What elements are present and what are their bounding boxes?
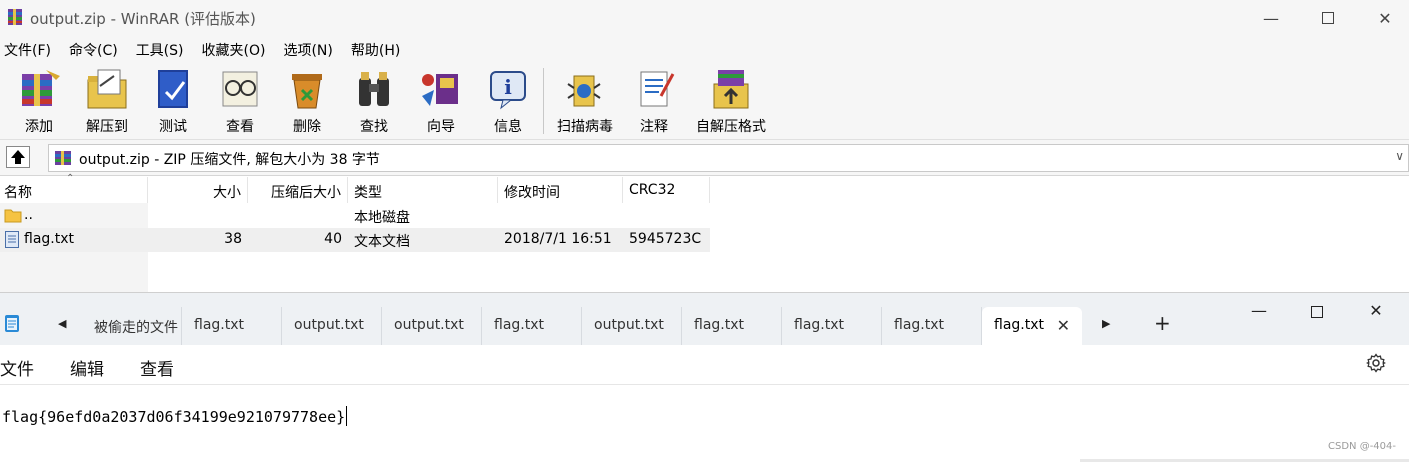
column-header-name[interactable]: 名称 ⌃ [0,173,148,203]
column-header-modified[interactable]: 修改时间 [498,177,623,203]
svg-text:i: i [504,75,512,99]
notepad-window: ◀ 被偷走的文件 flag.txt output.txt output.txt … [0,292,1409,462]
info-button[interactable]: i 信息 [478,66,538,136]
delete-button[interactable]: 删除 [278,66,336,136]
find-button[interactable]: 查找 [344,66,404,136]
notepad-menu-bar: 文件 编辑 查看 [0,345,1409,385]
wizard-button[interactable]: 向导 [410,66,472,136]
scroll-tabs-right-icon[interactable]: ▶ [1102,317,1110,330]
tab-output-txt[interactable]: output.txt [382,307,482,345]
up-arrow-icon [11,150,25,164]
menu-options[interactable]: 选项(N) [279,36,336,62]
test-book-icon [158,70,188,108]
notepad-menu-edit[interactable]: 编辑 [70,355,104,380]
window-title: output.zip - WinRAR (评估版本) [30,10,256,28]
close-icon: ✕ [1369,301,1383,320]
table-row[interactable]: .. 本地磁盘 [0,204,710,228]
column-header-crc[interactable]: CRC32 [623,177,710,203]
toolbar-separator [543,68,544,134]
winrar-app-icon [8,9,22,25]
scroll-tabs-left-icon[interactable]: ◀ [58,317,66,330]
up-folder-button[interactable] [6,146,30,168]
archive-icon [55,151,71,165]
notepad-close-button[interactable]: ✕ [1353,301,1399,329]
sfx-box-icon [713,70,749,109]
test-button[interactable]: 测试 [144,66,202,136]
column-header-size[interactable]: 大小 [148,177,248,203]
minimize-icon: — [1263,8,1279,28]
sfx-button[interactable]: 自解压格式 [690,66,772,136]
delete-bin-icon [292,74,322,109]
extract-button[interactable]: 解压到 [76,66,138,136]
scan-virus-button[interactable]: 扫描病毒 [552,66,618,136]
settings-gear-icon[interactable] [1366,353,1386,373]
minimize-button[interactable]: — [1248,0,1294,36]
menu-tools[interactable]: 工具(S) [132,36,188,62]
extract-folder-icon [87,69,127,109]
menu-file[interactable]: 文件(F) [0,36,55,62]
tab-stolen-file[interactable]: 被偷走的文件 [82,307,182,345]
notepad-tab-bar: ◀ 被偷走的文件 flag.txt output.txt output.txt … [0,293,1409,345]
column-header-packed[interactable]: 压缩后大小 [248,177,348,203]
maximize-icon [1322,12,1334,24]
folder-icon [4,209,22,223]
notepad-minimize-button[interactable]: — [1236,301,1282,329]
view-glasses-icon [222,71,258,107]
file-list: 名称 ⌃ 大小 压缩后大小 类型 修改时间 CRC32 .. 本地磁盘 flag… [0,173,1409,297]
text-editor[interactable]: flag{96efd0a2037d06f34199e921079778ee} [0,385,1409,462]
close-button[interactable]: ✕ [1362,0,1408,36]
menu-bar: 文件(F) 命令(C) 工具(S) 收藏夹(O) 选项(N) 帮助(H) [0,36,1409,62]
minimize-icon: — [1251,301,1267,320]
tab-flag-txt[interactable]: flag.txt [782,307,882,345]
tab-flag-txt[interactable]: flag.txt [182,307,282,345]
column-header-type[interactable]: 类型 [348,177,498,203]
menu-commands[interactable]: 命令(C) [65,36,122,62]
add-button[interactable]: 添加 [8,66,70,136]
chevron-down-icon[interactable]: ∨ [1395,149,1404,163]
tab-flag-txt-active[interactable]: flag.txt ✕ [982,307,1082,345]
tab-output-txt[interactable]: output.txt [582,307,682,345]
maximize-button[interactable] [1305,0,1351,36]
archive-path-text: output.zip - ZIP 压缩文件, 解包大小为 38 字节 [79,152,380,168]
view-button[interactable]: 查看 [210,66,270,136]
winrar-titlebar: output.zip - WinRAR (评估版本) — ✕ [0,0,1409,36]
tab-flag-txt[interactable]: flag.txt [882,307,982,345]
archive-add-icon [22,70,60,106]
comment-button[interactable]: 注释 [626,66,682,136]
tab-flag-txt[interactable]: flag.txt [682,307,782,345]
archive-path-field[interactable]: output.zip - ZIP 压缩文件, 解包大小为 38 字节 ∨ [48,144,1409,172]
tab-flag-txt[interactable]: flag.txt [482,307,582,345]
text-file-icon [5,231,19,248]
address-bar: output.zip - ZIP 压缩文件, 解包大小为 38 字节 ∨ [0,140,1409,176]
close-tab-icon[interactable]: ✕ [1057,316,1070,335]
binoculars-icon [359,72,389,106]
info-icon: i [490,71,526,110]
notepad-menu-view[interactable]: 查看 [140,355,174,380]
wizard-icon [422,74,458,106]
tab-output-txt[interactable]: output.txt [282,307,382,345]
new-tab-plus-icon[interactable]: + [1154,311,1171,335]
watermark: CSDN @-404- [1328,441,1396,452]
table-row[interactable]: flag.txt 38 40 文本文档 2018/7/1 16:51 59457… [0,228,710,252]
close-icon: ✕ [1378,8,1392,28]
maximize-icon [1311,306,1323,318]
sort-ascending-icon: ⌃ [66,173,75,184]
text-caret [346,406,348,426]
menu-favorites[interactable]: 收藏夹(O) [198,36,270,62]
notepad-app-icon [5,315,19,332]
comment-note-icon [640,71,675,107]
notepad-maximize-button[interactable] [1294,301,1340,329]
toolbar: 添加 解压到 测试 查看 删除 查找 向导 i 信息 扫描病毒 注释 自解压格式 [0,62,1409,140]
editor-content: flag{96efd0a2037d06f34199e921079778ee} [2,406,348,426]
menu-help[interactable]: 帮助(H) [347,36,404,62]
virus-scan-icon [567,75,601,107]
notepad-menu-file[interactable]: 文件 [0,355,34,380]
